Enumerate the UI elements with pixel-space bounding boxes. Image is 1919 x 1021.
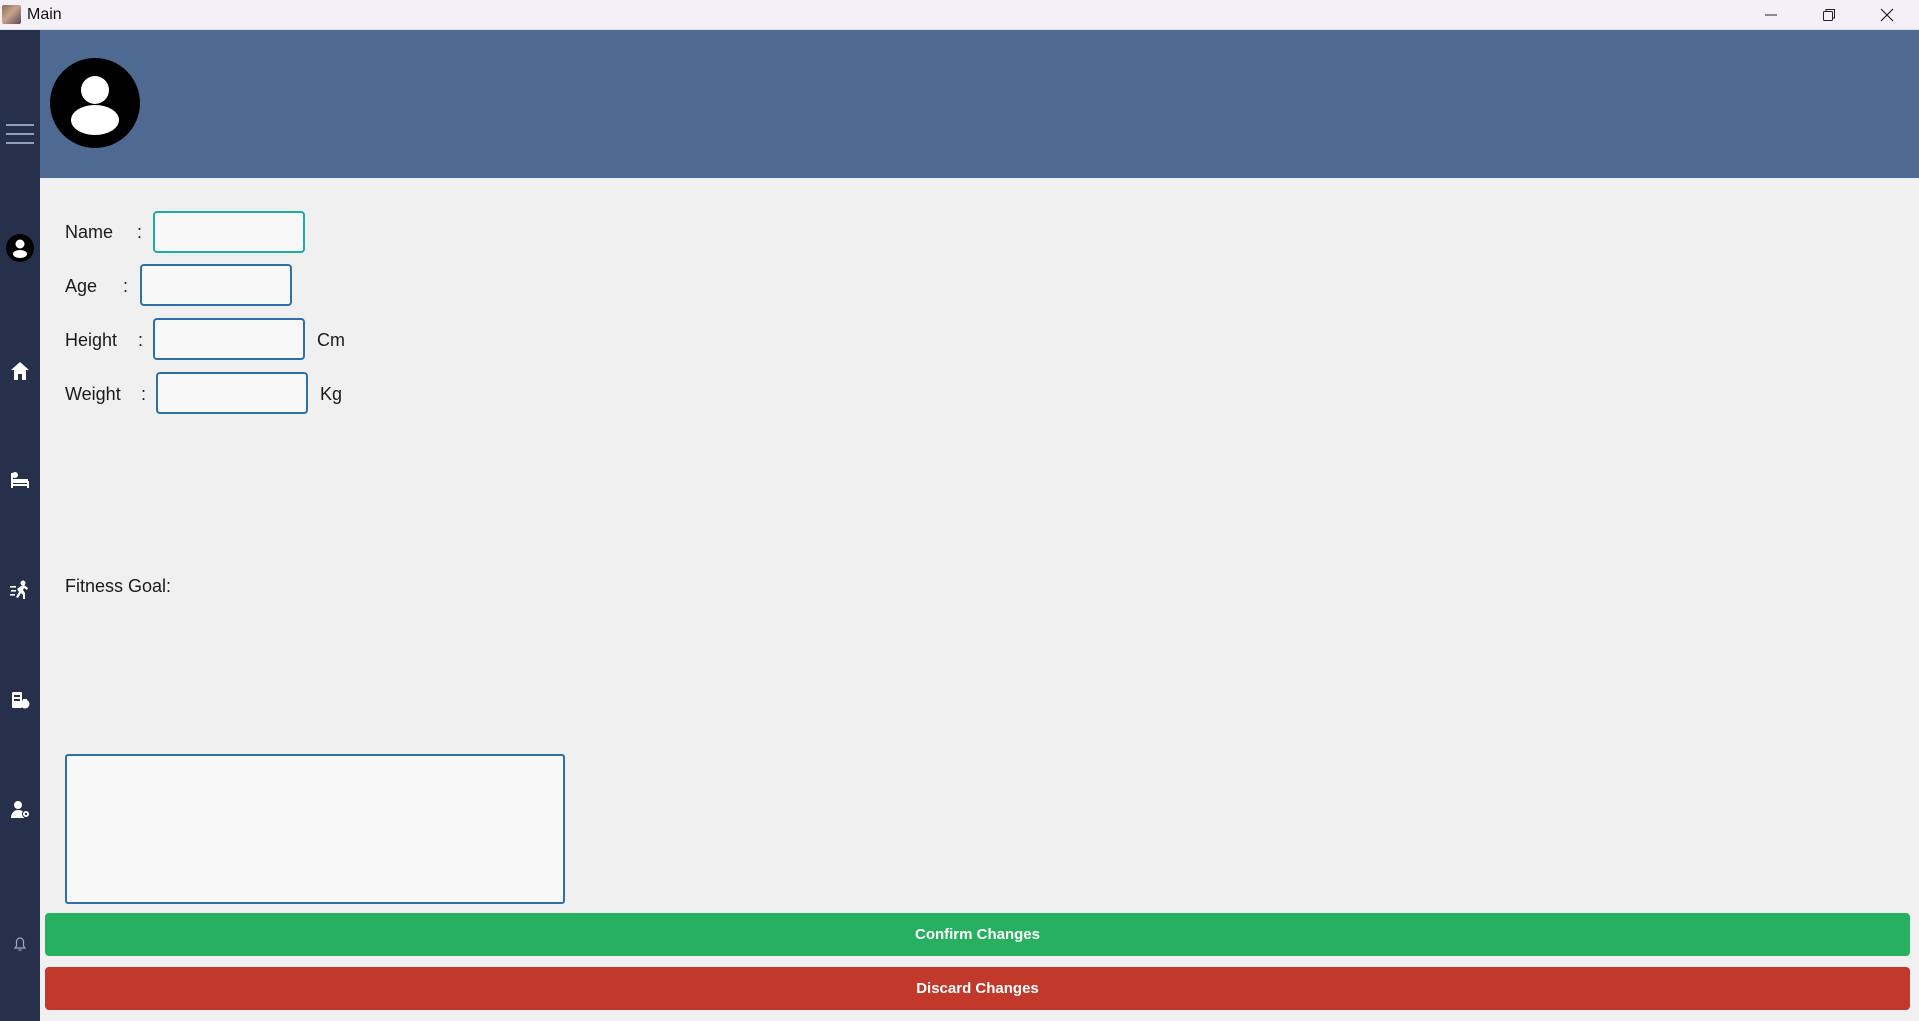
- sidebar: [0, 30, 40, 1021]
- bed-icon[interactable]: [4, 464, 36, 496]
- nutrition-icon[interactable]: [4, 684, 36, 716]
- name-label: Name: [65, 222, 114, 242]
- close-button[interactable]: [1858, 0, 1916, 29]
- app-icon: [2, 5, 21, 24]
- profile-icon[interactable]: [4, 232, 36, 264]
- minimize-button[interactable]: [1742, 0, 1800, 29]
- close-icon: [1880, 8, 1894, 21]
- weight-input[interactable]: [156, 372, 308, 414]
- running-icon[interactable]: [4, 574, 36, 606]
- name-input[interactable]: [153, 211, 305, 253]
- profile-header: [40, 30, 1919, 178]
- discard-changes-button[interactable]: Discard Changes: [45, 967, 1910, 1010]
- height-colon: :: [138, 330, 144, 350]
- fitness-goal-input[interactable]: [65, 754, 565, 904]
- confirm-changes-button[interactable]: Confirm Changes: [45, 913, 1910, 956]
- avatar[interactable]: [50, 58, 140, 148]
- weight-unit: Kg: [320, 384, 343, 404]
- user-avatar-icon: [50, 58, 140, 148]
- height-label: Height: [65, 330, 118, 350]
- height-input[interactable]: [153, 318, 305, 360]
- age-label: Age: [65, 276, 98, 296]
- home-icon[interactable]: [4, 355, 36, 387]
- user-settings-icon[interactable]: [4, 794, 36, 826]
- height-unit: Cm: [317, 330, 345, 350]
- fitness-goal-label: Fitness Goal:: [65, 576, 172, 596]
- weight-label: Weight: [65, 384, 121, 404]
- restore-icon: [1823, 8, 1835, 21]
- age-colon: :: [123, 276, 129, 296]
- window-title: Main: [27, 6, 62, 23]
- restore-button[interactable]: [1800, 0, 1858, 29]
- name-colon: :: [137, 222, 143, 242]
- age-input[interactable]: [140, 264, 292, 306]
- minimize-icon: [1765, 14, 1777, 15]
- bell-icon[interactable]: [4, 928, 36, 960]
- window-title-bar: Main: [0, 0, 1919, 30]
- hamburger-menu-icon[interactable]: [4, 118, 36, 150]
- weight-colon: :: [141, 384, 147, 404]
